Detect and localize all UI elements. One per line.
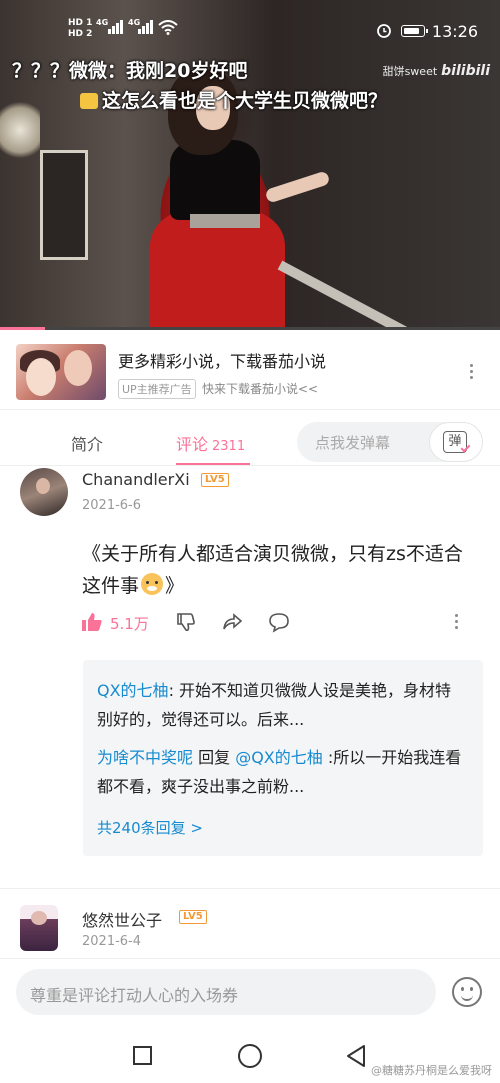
tab-active-indicator xyxy=(176,463,250,465)
level-badge: LV5 xyxy=(201,473,229,487)
signal2-icon xyxy=(138,18,156,34)
status-bar: HD 1 HD 2 4G 4G 13:26 xyxy=(0,16,500,46)
dislike-icon[interactable] xyxy=(176,611,198,633)
danmaku-2-text: 这怎么看也是个大学生贝微微吧？ xyxy=(102,90,388,112)
comment-text: 《关于所有人都适合演贝微微，只有zs不适合这件事》 xyxy=(82,538,477,602)
comment-date: 2021-6-6 xyxy=(82,498,142,513)
comment-actions: 5.1万 xyxy=(82,610,482,636)
video-watermark: 甜饼sweet bilibili xyxy=(383,63,490,79)
emoji-icon[interactable] xyxy=(452,977,482,1007)
wifi-icon xyxy=(158,20,178,35)
reply-item: QX的七柚: 开始不知道贝微微人设是美艳，身材特别好的，觉得还可以。后来... xyxy=(97,676,467,734)
footer-watermark: @糖糖苏丹桐是么爱我呀 xyxy=(371,1064,492,1077)
reply-username[interactable]: QX的七柚 xyxy=(97,681,169,700)
ad-thumbnail xyxy=(16,344,106,400)
reply-preview-box[interactable]: QX的七柚: 开始不知道贝微微人设是美艳，身材特别好的，觉得还可以。后来... … xyxy=(83,660,483,856)
like-count: 5.1万 xyxy=(110,615,149,633)
comment-text-end: 》 xyxy=(165,575,185,597)
signal1-icon xyxy=(108,18,126,34)
alarm-icon xyxy=(377,24,391,38)
comment-divider xyxy=(0,888,500,889)
net1-label: 4G xyxy=(96,18,109,27)
system-nav-bar: @糖糖苏丹桐是么爱我呀 xyxy=(0,1026,500,1083)
avatar[interactable] xyxy=(20,905,58,951)
avatar[interactable] xyxy=(20,468,68,516)
thumb-up-badge-icon xyxy=(80,93,98,109)
video-person-skirt xyxy=(150,210,285,330)
video-lamp xyxy=(0,95,40,165)
doge-emoji-icon xyxy=(141,573,164,595)
ad-subtitle: 快来下载番茄小说<< xyxy=(202,382,319,396)
sim2-label: HD 2 xyxy=(68,29,93,39)
danmaku-input[interactable]: 点我发弹幕 弹 xyxy=(297,422,483,462)
like-icon[interactable] xyxy=(82,613,102,631)
danmaku-input-placeholder: 点我发弹幕 xyxy=(315,434,391,452)
back-button[interactable] xyxy=(345,1044,367,1068)
reply-mention[interactable]: @QX的七柚 xyxy=(235,748,323,767)
video-player[interactable]: HD 1 HD 2 4G 4G 13:26 ？？？微微：我刚20岁好吧 这怎么看… xyxy=(0,0,500,330)
share-icon[interactable] xyxy=(221,611,243,633)
sim1-label: HD 1 xyxy=(68,18,93,28)
comment-username[interactable]: 悠然世公子 xyxy=(82,907,162,931)
ad-more-icon[interactable] xyxy=(469,364,475,382)
comment-input-placeholder: 尊重是评论打动人心的入场券 xyxy=(30,986,239,1005)
comment-input-bar: 尊重是评论打动人心的入场券 xyxy=(0,958,500,1026)
clock: 13:26 xyxy=(431,22,478,41)
ad-banner[interactable]: 更多精彩小说，下载番茄小说 UP主推荐广告 快来下载番茄小说<< xyxy=(0,330,500,410)
recents-button[interactable] xyxy=(133,1046,152,1065)
ad-title: 更多精彩小说，下载番茄小说 xyxy=(118,352,327,371)
reply-username[interactable]: 为啥不中奖呢 xyxy=(97,748,193,767)
comment-username[interactable]: ChanandlerXi xyxy=(82,470,190,489)
tab-bar: 简介 评论 2311 点我发弹幕 弹 xyxy=(0,418,500,466)
level-badge: LV5 xyxy=(179,910,207,924)
home-button[interactable] xyxy=(238,1044,262,1068)
comment-text-main: 《关于所有人都适合演贝微微，只有zs不适合这件事 xyxy=(82,543,463,597)
tab-intro[interactable]: 简介 xyxy=(71,431,103,455)
watermark-text: 甜饼sweet xyxy=(382,65,438,78)
video-person-belt xyxy=(190,214,260,228)
reply-item: 为啥不中奖呢 回复 @QX的七柚 :所以一开始我连看都不看，爽子没出事之前粉..… xyxy=(97,743,467,801)
danmaku-2: 这怎么看也是个大学生贝微微吧？ xyxy=(80,86,387,113)
tab-comments-count: 2311 xyxy=(212,439,246,454)
view-all-replies-link[interactable]: 共240条回复 > xyxy=(97,817,203,838)
bilibili-logo: bilibili xyxy=(441,63,490,79)
danmaku-toggle-button[interactable]: 弹 xyxy=(429,422,483,462)
reply-connector: 回复 xyxy=(193,748,236,767)
video-window xyxy=(40,150,88,260)
tab-comments[interactable]: 评论 2311 xyxy=(176,431,245,455)
ad-tag: UP主推荐广告 xyxy=(118,379,196,399)
comment-date: 2021-6-4 xyxy=(82,934,142,949)
battery-icon xyxy=(401,25,428,37)
comment-input[interactable]: 尊重是评论打动人心的入场券 xyxy=(16,969,436,1015)
danmaku-1: ？？？微微：我刚20岁好吧 xyxy=(12,60,248,82)
comment-more-icon[interactable] xyxy=(454,614,460,632)
tab-comments-label: 评论 xyxy=(176,435,209,454)
reply-icon[interactable] xyxy=(268,611,290,633)
